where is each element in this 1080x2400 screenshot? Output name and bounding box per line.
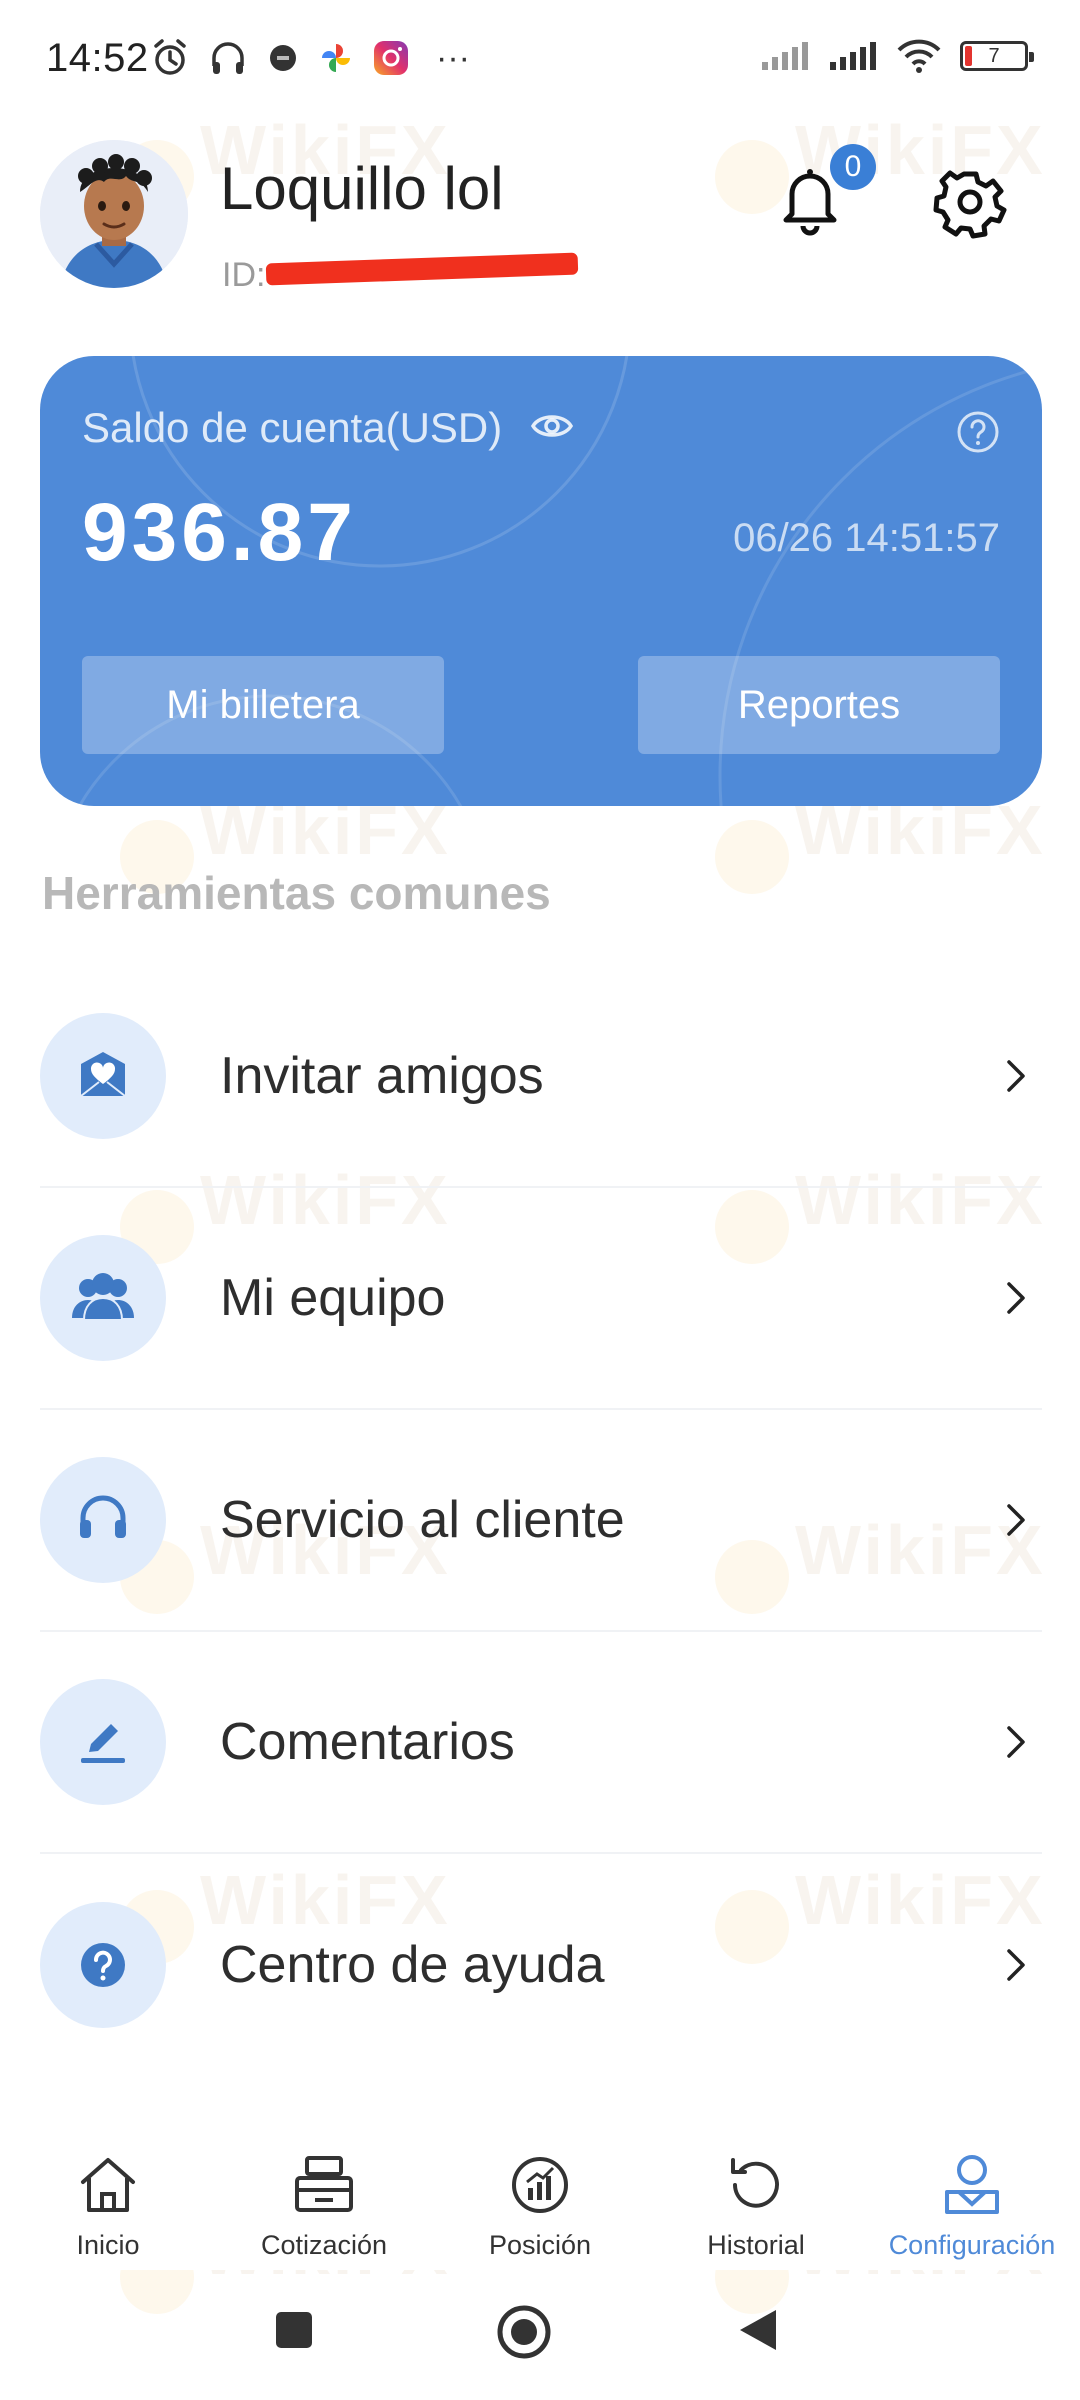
menu-item-comments[interactable]: Comentarios xyxy=(40,1632,1042,1854)
position-chart-icon xyxy=(512,2157,568,2213)
balance-timestamp: 06/26 14:51:57 xyxy=(733,516,1000,560)
home-icon xyxy=(81,2158,135,2212)
signal-icon xyxy=(828,40,878,72)
tools-section-title: Herramientas comunes xyxy=(42,867,551,919)
chevron-right-icon xyxy=(1007,1060,1025,1092)
home-button[interactable] xyxy=(496,2304,552,2365)
nav-label: Posición xyxy=(488,2230,592,2260)
dot-icon xyxy=(266,41,300,75)
instagram-icon xyxy=(372,39,410,77)
menu-item-label: Servicio al cliente xyxy=(220,1491,625,1549)
alarm-icon xyxy=(150,38,190,78)
nav-history[interactable]: Historial xyxy=(648,2130,864,2270)
avatar[interactable] xyxy=(40,140,188,288)
back-triangle-icon xyxy=(740,2310,776,2350)
menu-item-label: Mi equipo xyxy=(220,1269,446,1327)
more-notifications-icon: ··· xyxy=(436,38,470,77)
system-navigation xyxy=(0,2290,1080,2380)
profile-id-label: ID: xyxy=(222,256,266,294)
pinwheel-icon xyxy=(318,40,354,76)
chevron-right-icon xyxy=(1007,1282,1025,1314)
menu-item-invite-friends[interactable]: Invitar amigos xyxy=(40,966,1042,1188)
balance-card: Saldo de cuenta(USD) 936.87 06/26 14:51:… xyxy=(40,356,1042,806)
gear-icon xyxy=(933,170,1007,239)
recent-apps-button[interactable] xyxy=(274,2310,314,2355)
nav-position[interactable]: Posición xyxy=(432,2130,648,2270)
status-time: 14:52 xyxy=(46,36,149,80)
tools-menu: Invitar amigos Mi equipo Servicio al cli… xyxy=(40,966,1042,2076)
menu-item-customer-service[interactable]: Servicio al cliente xyxy=(40,1410,1042,1632)
battery-icon: 7 xyxy=(960,41,1034,71)
balance-help-button[interactable] xyxy=(956,410,1000,454)
bottom-navigation: Inicio Cotización Posición Historial Con… xyxy=(0,2130,1080,2270)
circle-icon xyxy=(497,2305,551,2359)
settings-button[interactable] xyxy=(930,162,1010,242)
nav-label: Configuración xyxy=(888,2230,1056,2260)
balance-title: Saldo de cuenta(USD) xyxy=(82,404,503,451)
nav-quotes[interactable]: Cotización xyxy=(216,2130,432,2270)
nav-label: Cotización xyxy=(260,2230,388,2260)
status-system-icons: 7 xyxy=(760,38,1034,74)
battery-level: 7 xyxy=(988,44,1000,67)
profile-name: Loquillo lol xyxy=(220,155,504,222)
signal-icon xyxy=(760,40,810,72)
back-button[interactable] xyxy=(736,2306,780,2359)
headphones-icon xyxy=(208,38,248,78)
question-icon xyxy=(957,411,999,453)
status-notification-icons: ··· xyxy=(150,38,470,78)
headset-icon xyxy=(40,1457,166,1583)
chevron-right-icon xyxy=(1007,1949,1025,1981)
team-icon xyxy=(40,1235,166,1361)
wallet-button[interactable]: Mi billetera xyxy=(82,656,444,754)
status-bar: 14:52 ··· 7 xyxy=(0,0,1080,120)
id-redaction xyxy=(265,252,579,286)
toggle-balance-visibility[interactable] xyxy=(530,406,574,446)
nav-home[interactable]: Inicio xyxy=(0,2130,216,2270)
chevron-right-icon xyxy=(1007,1726,1025,1758)
profile-screen: 14:52 ··· 7 WikiFX WikiFX WikiFX WikiFX … xyxy=(0,0,1080,2400)
nav-label: Inicio xyxy=(76,2230,140,2260)
register-icon xyxy=(295,2156,353,2212)
nav-settings[interactable]: Configuración xyxy=(864,2130,1080,2270)
account-balance: 936.87 xyxy=(82,487,357,578)
notification-badge: 0 xyxy=(830,144,876,190)
profile-icon xyxy=(945,2155,999,2214)
menu-item-label: Invitar amigos xyxy=(220,1047,544,1105)
menu-item-my-team[interactable]: Mi equipo xyxy=(40,1188,1042,1410)
profile-header: Loquillo lol ID: 0 xyxy=(40,140,1040,300)
eye-icon xyxy=(530,415,574,437)
menu-item-label: Centro de ayuda xyxy=(220,1936,605,1994)
menu-item-label: Comentarios xyxy=(220,1713,515,1771)
square-icon xyxy=(276,2312,312,2348)
wifi-icon xyxy=(896,38,942,74)
pen-icon xyxy=(40,1679,166,1805)
reports-button[interactable]: Reportes xyxy=(638,656,1000,754)
invite-icon xyxy=(40,1013,166,1139)
nav-label: Historial xyxy=(707,2230,805,2260)
history-icon xyxy=(731,2158,779,2208)
chevron-right-icon xyxy=(1007,1504,1025,1536)
help-icon xyxy=(40,1902,166,2028)
menu-item-help-center[interactable]: Centro de ayuda xyxy=(40,1854,1042,2076)
